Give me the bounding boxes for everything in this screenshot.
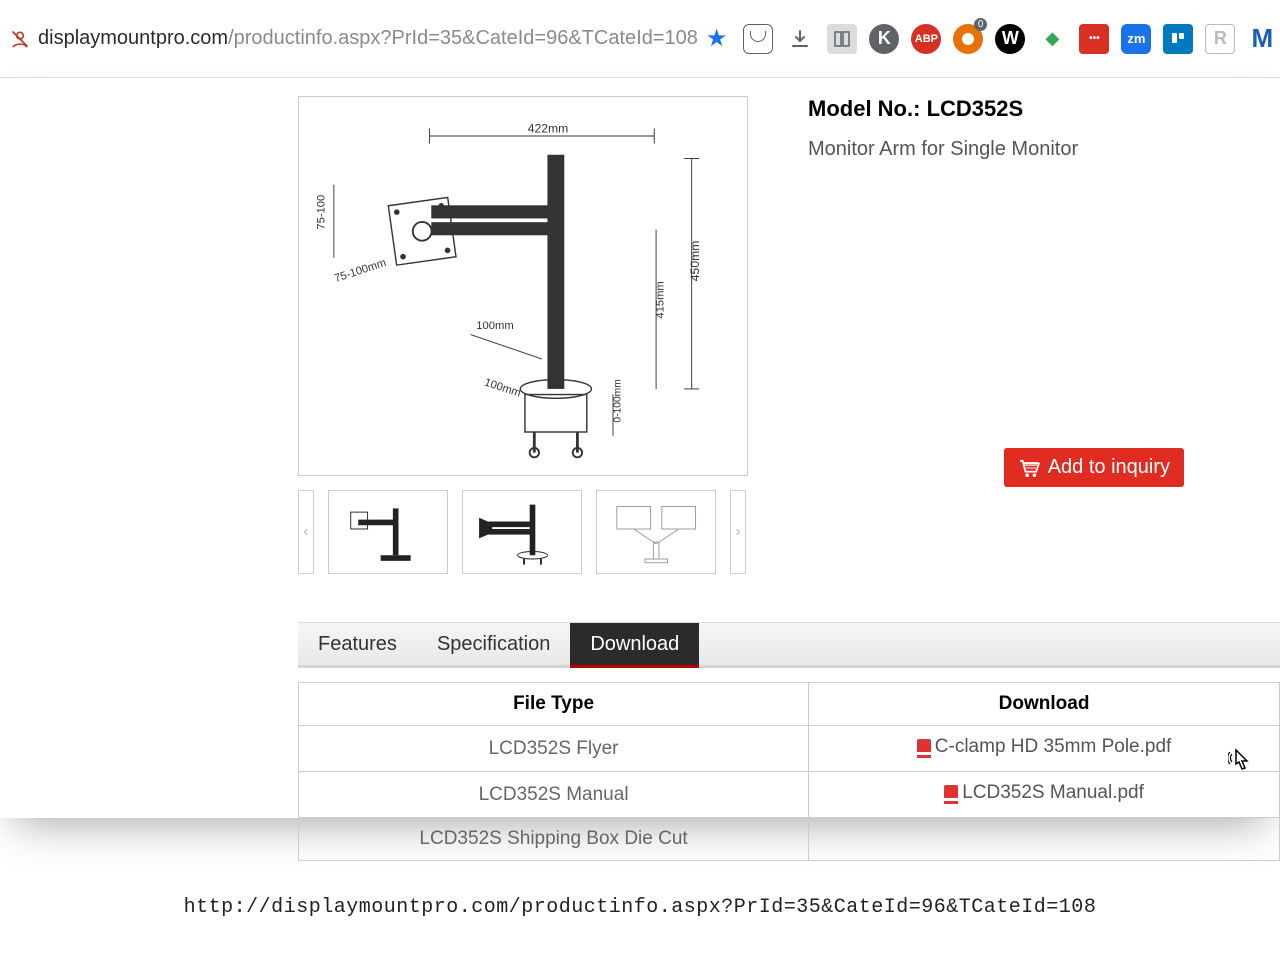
adblock-icon[interactable]: ABP	[911, 24, 941, 54]
thumb-prev-button[interactable]: ‹	[298, 490, 314, 574]
dim-top-width: 422mm	[528, 121, 569, 135]
add-to-inquiry-label: Add to inquiry	[1048, 456, 1170, 479]
dim-clamp-height: 0-100mm	[612, 379, 623, 422]
extension-leaf-icon[interactable]: ◆	[1037, 24, 1067, 54]
filetype-cell: LCD352S Flyer	[299, 726, 809, 772]
download-link[interactable]: LCD352S Manual.pdf	[944, 782, 1144, 804]
caption-url: http://displaymountpro.com/productinfo.a…	[0, 896, 1280, 919]
url-path: /productinfo.aspx?PrId=35&CateId=96&TCat…	[228, 27, 698, 49]
pdf-icon	[944, 785, 958, 801]
dim-pole-height: 450mm	[688, 241, 702, 282]
site-identity-icon[interactable]	[10, 28, 30, 50]
thumbnail-row: ‹ ›	[298, 490, 748, 574]
address-bar[interactable]: displaymountpro.com/productinfo.aspx?PrI…	[38, 27, 698, 50]
download-table: File Type Download LCD352S Flyer C-clamp…	[298, 682, 1280, 861]
trello-icon[interactable]	[1163, 24, 1193, 54]
product-description: Monitor Arm for Single Monitor	[808, 138, 1240, 161]
zoom-extension-icon[interactable]: zm	[1121, 24, 1151, 54]
extension-k-icon[interactable]: K	[869, 24, 899, 54]
product-main-image[interactable]: 422mm	[298, 96, 748, 476]
page-content: 422mm	[0, 78, 1280, 818]
extension-w-icon[interactable]: W	[995, 24, 1025, 54]
download-link[interactable]: C-clamp HD 35mm Pole.pdf	[917, 736, 1172, 758]
col-header-filetype: File Type	[299, 683, 809, 726]
pocket-icon[interactable]	[743, 24, 773, 54]
pdf-icon	[917, 739, 931, 755]
tab-download[interactable]: Download	[570, 623, 699, 668]
model-number: Model No.: LCD352S	[808, 96, 1240, 122]
malwarebytes-icon[interactable]: M	[1247, 24, 1277, 54]
extension-r-icon[interactable]: R	[1205, 24, 1235, 54]
lastpass-icon[interactable]: •••	[1079, 24, 1109, 54]
table-row: LCD352S Shipping Box Die Cut	[299, 818, 1280, 861]
filetype-cell: LCD352S Manual	[299, 772, 809, 818]
table-row: LCD352S Manual LCD352S Manual.pdf	[299, 772, 1280, 818]
dim-base-depth: 100mm	[483, 377, 522, 400]
reader-view-icon[interactable]	[827, 24, 857, 54]
download-icon[interactable]	[785, 24, 815, 54]
dim-working-height: 415mm	[655, 281, 667, 318]
filetype-cell: LCD352S Shipping Box Die Cut	[299, 818, 809, 861]
thumbnail-2[interactable]	[462, 490, 582, 574]
thumb-next-button[interactable]: ›	[730, 490, 746, 574]
tab-specification[interactable]: Specification	[417, 623, 570, 665]
table-row: LCD352S Flyer C-clamp HD 35mm Pole.pdf	[299, 726, 1280, 772]
url-host: displaymountpro.com	[38, 27, 228, 49]
add-to-inquiry-button[interactable]: Add to inquiry	[1004, 448, 1184, 487]
dim-vesa-h: 75-100mm	[333, 257, 388, 285]
download-cell-empty	[809, 818, 1280, 861]
extension-badge-icon[interactable]	[953, 24, 983, 54]
cart-icon	[1018, 459, 1040, 477]
thumbnail-1[interactable]	[328, 490, 448, 574]
bookmark-star-icon[interactable]: ★	[706, 24, 728, 53]
col-header-download: Download	[809, 683, 1280, 726]
tab-bar: Features Specification Download	[298, 622, 1280, 668]
browser-toolbar: displaymountpro.com/productinfo.aspx?PrI…	[0, 0, 1280, 78]
tab-features[interactable]: Features	[298, 623, 417, 665]
dim-arm-offset: 100mm	[476, 320, 513, 332]
dim-vesa-v: 75-100	[317, 195, 327, 230]
extension-icons: K ABP W ◆ ••• zm R M	[743, 24, 1277, 54]
thumbnail-3[interactable]	[596, 490, 716, 574]
